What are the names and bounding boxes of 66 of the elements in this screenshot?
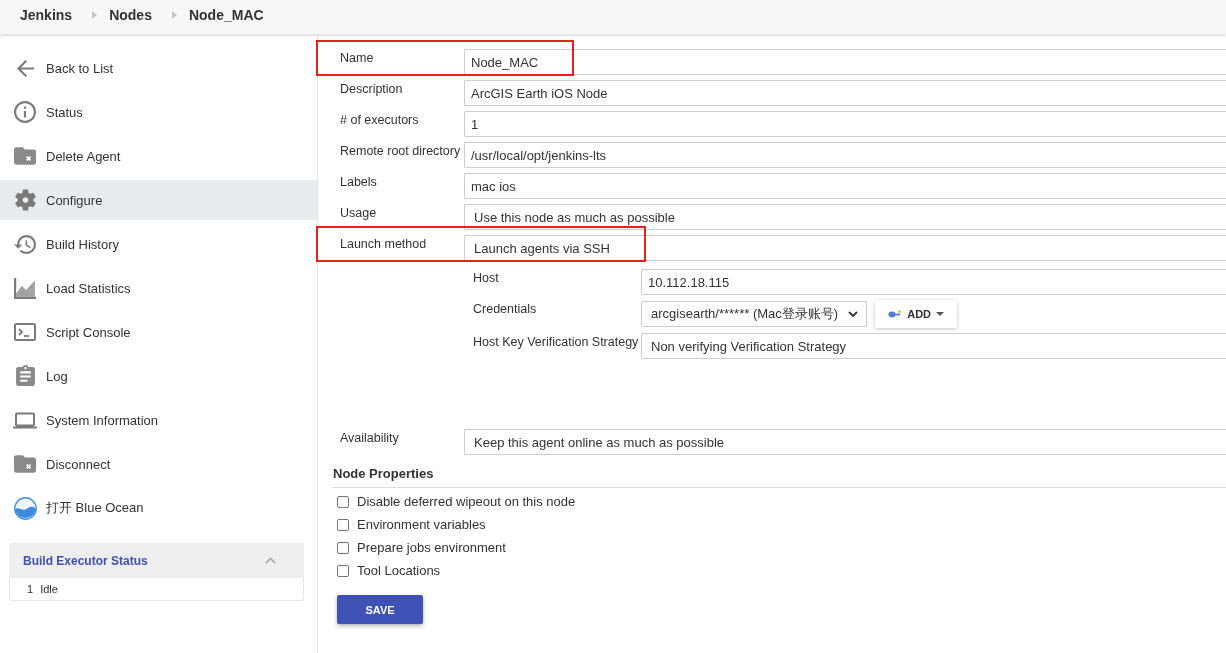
text-input[interactable]: 10.112.18.115 xyxy=(641,269,1226,295)
checkbox-label: Tool Locations xyxy=(357,563,441,578)
field-label: # of executors xyxy=(340,112,420,129)
select-field[interactable]: Use this node as much as possible xyxy=(464,204,1226,230)
sidebar-item[interactable]: Status xyxy=(0,92,317,132)
checkbox[interactable] xyxy=(337,495,349,508)
sidebar-item[interactable]: 打开 Blue Ocean xyxy=(0,488,317,528)
executor-status: Idle xyxy=(40,583,58,595)
sidebar-item[interactable]: Script Console xyxy=(0,312,317,352)
caret-down-icon xyxy=(936,312,945,316)
info-icon xyxy=(14,101,36,123)
breadcrumb-link[interactable]: Jenkins xyxy=(20,7,73,23)
line-chart-icon xyxy=(14,277,36,299)
text-input[interactable]: ArcGIS Earth iOS Node xyxy=(464,80,1226,106)
select-field[interactable]: Keep this agent online as much as possible xyxy=(464,429,1226,455)
field-label: Host Key Verification Strategy xyxy=(473,334,640,351)
add-button[interactable]: ADD xyxy=(875,300,958,328)
sidebar-item[interactable]: Back to List xyxy=(0,48,317,88)
field-label: Remote root directory xyxy=(340,143,462,160)
executor-number: 1 xyxy=(27,583,34,595)
chevron-down-icon xyxy=(848,311,859,317)
checkbox[interactable] xyxy=(337,564,349,577)
history-icon xyxy=(14,234,36,254)
panel-title: Build Executor Status xyxy=(23,553,149,568)
field-label: Usage xyxy=(340,205,378,222)
checkbox[interactable] xyxy=(337,541,349,554)
folder-x-icon xyxy=(14,455,36,473)
field-label: Launch method xyxy=(340,236,428,253)
terminal-icon xyxy=(14,323,36,341)
dropdown[interactable]: arcgisearth/****** (Mac登录账号) xyxy=(641,301,868,327)
sidebar-item[interactable]: Disconnect xyxy=(0,444,317,484)
sidebar-item[interactable]: Configure xyxy=(0,180,317,220)
sidebar-item[interactable]: Log xyxy=(0,356,317,396)
breadcrumb-link[interactable]: Nodes xyxy=(109,7,152,23)
key-icon xyxy=(888,310,903,318)
field-label: Description xyxy=(340,81,404,98)
sidebar-item[interactable]: Load Statistics xyxy=(0,268,317,308)
arrow-left-icon xyxy=(16,59,34,77)
checkbox-label: Environment variables xyxy=(357,517,486,532)
select-field[interactable]: Non verifying Verification Strategy xyxy=(641,333,1226,359)
breadcrumb-link[interactable]: Node_MAC xyxy=(188,7,264,23)
field-label: Host xyxy=(473,270,500,287)
text-input[interactable]: Node_MAC xyxy=(464,49,1226,75)
save-button[interactable]: SAVE xyxy=(337,595,423,624)
sidebar-item[interactable]: System Information xyxy=(0,400,317,440)
checkbox-label: Disable deferred wipeout on this node xyxy=(357,494,576,509)
text-input[interactable]: mac ios xyxy=(464,173,1226,199)
text-input[interactable]: /usr/local/opt/jenkins-lts xyxy=(464,142,1226,168)
select-field[interactable]: Launch agents via SSH xyxy=(464,235,1226,261)
section-heading: Node Properties xyxy=(333,465,1226,488)
sidebar-item[interactable]: Build History xyxy=(0,224,317,264)
folder-x-icon xyxy=(14,147,36,165)
checkbox[interactable] xyxy=(337,518,349,531)
sidebar-item[interactable]: Delete Agent xyxy=(0,136,317,176)
clipboard-icon xyxy=(15,365,35,387)
field-label: Name xyxy=(340,50,375,67)
wave-circle-icon xyxy=(13,496,37,520)
caret-right-icon xyxy=(171,11,177,19)
field-label: Availability xyxy=(340,430,400,447)
laptop-icon xyxy=(13,411,37,429)
field-label: Credentials xyxy=(473,301,538,318)
field-label: Labels xyxy=(340,174,378,191)
text-input[interactable]: 1 xyxy=(464,111,1226,137)
checkbox-label: Prepare jobs environment xyxy=(357,540,506,555)
gear-icon xyxy=(14,189,36,211)
caret-right-icon xyxy=(92,11,98,19)
